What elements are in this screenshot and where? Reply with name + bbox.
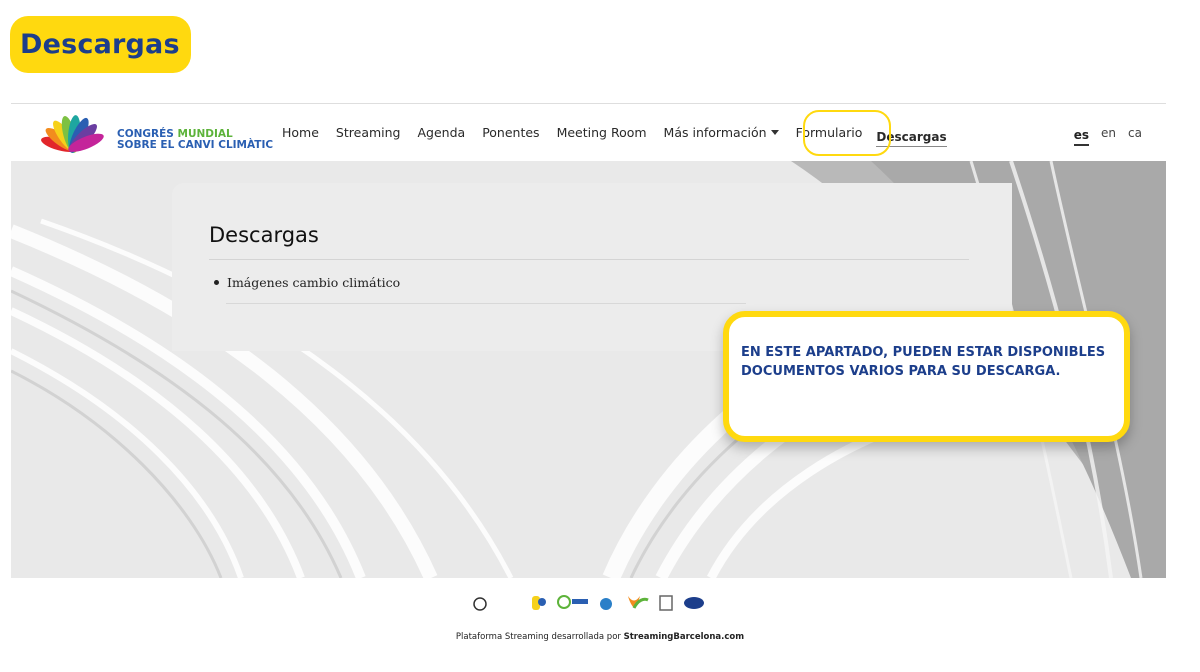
footer-brand-link[interactable]: StreamingBarcelona.com: [624, 632, 745, 642]
logo-line2: SOBRE EL CANVI CLIMÀTIC: [117, 139, 274, 151]
list-item[interactable]: Imágenes cambio climático: [214, 275, 400, 290]
callout-text: EN ESTE APARTADO, PUEDEN ESTAR DISPONIBL…: [741, 345, 1106, 379]
sponsor-logos-icon: [473, 595, 704, 611]
downloads-list: Imágenes cambio climático: [214, 275, 400, 290]
nav-meeting-room[interactable]: Meeting Room: [557, 125, 647, 140]
nav-mas-informacion[interactable]: Más información: [664, 125, 779, 140]
nav-agenda[interactable]: Agenda: [417, 125, 465, 140]
nav-home[interactable]: Home: [282, 125, 319, 140]
language-switcher: es en ca: [1062, 104, 1142, 161]
nav-highlight-ring: [803, 110, 891, 156]
footer-prefix: Plataforma Streaming desarrollada por: [455, 632, 624, 642]
heading-divider: [209, 259, 969, 260]
nav-streaming[interactable]: Streaming: [336, 125, 401, 140]
content-heading: Descargas: [209, 223, 319, 247]
caret-down-icon: [770, 130, 779, 135]
logo-text: CONGRÉS MUNDIAL SOBRE EL CANVI CLIMÀTIC: [117, 129, 273, 151]
list-item-label: Imágenes cambio climático: [227, 275, 401, 290]
congress-logo-icon[interactable]: [35, 110, 111, 154]
lang-es[interactable]: es: [1073, 128, 1090, 146]
bullet-icon: [214, 280, 219, 285]
lang-ca[interactable]: ca: [1128, 126, 1142, 140]
lang-en[interactable]: en: [1101, 126, 1116, 140]
footer: Plataforma Streaming desarrollada por St…: [0, 632, 1200, 642]
section-title-pill: Descargas: [10, 16, 191, 73]
nav-mas-informacion-label: Más información: [663, 125, 767, 140]
navbar: CONGRÉS MUNDIAL SOBRE EL CANVI CLIMÀTIC …: [11, 104, 1166, 161]
nav-ponentes[interactable]: Ponentes: [482, 125, 539, 140]
section-title: Descargas: [20, 29, 180, 60]
info-callout: EN ESTE APARTADO, PUEDEN ESTAR DISPONIBL…: [723, 311, 1130, 442]
list-divider: [226, 303, 746, 304]
